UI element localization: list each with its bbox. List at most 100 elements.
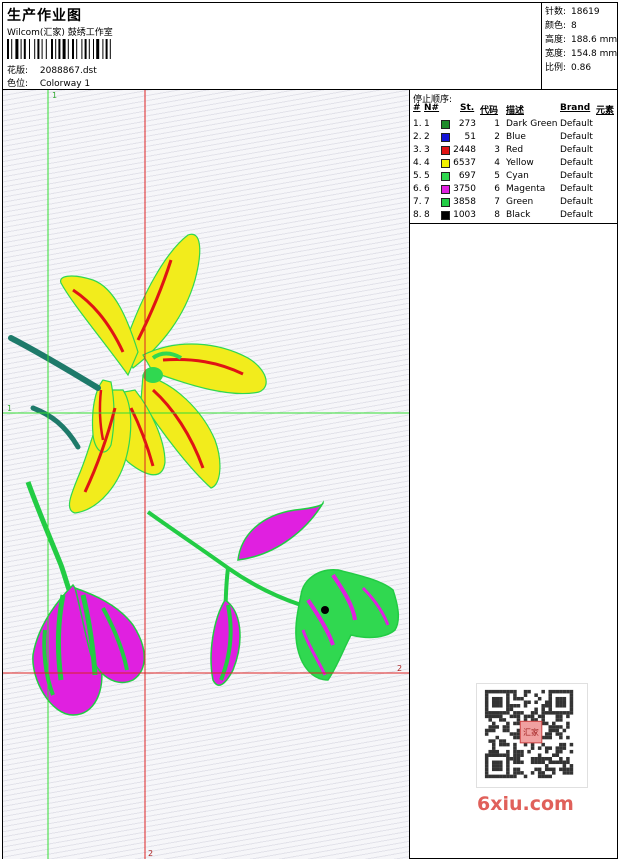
stop-sequence-row: 5. 5 697 5 Cyan Default	[410, 170, 618, 183]
qr-module	[488, 689, 492, 694]
qr-module	[544, 735, 549, 740]
qr-module	[495, 749, 500, 754]
qr-module	[499, 714, 503, 719]
row-needle: 1	[424, 119, 430, 129]
qr-module	[548, 760, 553, 765]
color-swatch	[441, 146, 450, 155]
guide-label-h1: 1	[7, 404, 12, 413]
qr-module	[548, 700, 553, 705]
barcode-bar	[72, 39, 74, 59]
barcode-bar	[37, 39, 40, 59]
qr-module	[502, 711, 507, 715]
qr-module	[506, 696, 510, 701]
qr-module	[548, 693, 553, 697]
qr-module	[484, 693, 489, 697]
qr-module	[499, 689, 503, 694]
qr-module	[541, 704, 545, 708]
qr-module	[506, 742, 510, 747]
stop-sequence-row: 1. 1 273 1 Dark Green Default	[410, 118, 618, 131]
stat-scale: 比例: 0.86	[545, 63, 592, 73]
qr-module	[530, 760, 535, 765]
qr-module	[509, 756, 514, 761]
qr-module	[502, 774, 507, 779]
qr-module	[544, 721, 549, 726]
qr-module	[495, 711, 500, 715]
qr-module	[530, 756, 535, 761]
color-swatch	[441, 172, 450, 181]
qr-module	[491, 689, 496, 694]
qr-module	[520, 749, 524, 754]
qr-module	[491, 728, 496, 733]
stop-sequence-row: 7. 7 3858 7 Green Default	[410, 196, 618, 209]
stop-sequence-row: 4. 4 6537 4 Yellow Default	[410, 157, 618, 170]
design-canvas[interactable]: 1 1 2 2	[3, 90, 409, 859]
qr-module	[541, 760, 545, 765]
qr-module	[569, 749, 574, 754]
qr-module	[541, 742, 545, 747]
col-element: 元素	[596, 106, 615, 116]
qr-module	[506, 689, 510, 694]
qr-module	[555, 689, 560, 694]
qr-module	[499, 753, 503, 757]
qr-module	[484, 728, 489, 733]
guide-label-v1: 1	[52, 91, 57, 100]
row-code: 3	[494, 145, 500, 155]
qr-module	[506, 711, 510, 715]
row-description: Magenta	[506, 184, 546, 194]
qr-module	[491, 696, 496, 701]
barcode-bar	[15, 39, 19, 59]
qr-module	[513, 689, 517, 694]
qr-module	[544, 774, 549, 779]
qr-module	[537, 746, 542, 750]
qr-module	[513, 760, 517, 765]
colorway-row: 色位: Colorway 1	[7, 76, 90, 89]
qr-module	[569, 764, 574, 768]
qr-module	[484, 771, 489, 775]
qr-module	[509, 689, 514, 694]
qr-module	[544, 756, 549, 761]
qr-module	[491, 764, 496, 768]
qr-module	[559, 767, 563, 772]
barcode-bar	[45, 39, 47, 59]
qr-module	[484, 756, 489, 761]
qr-module	[516, 735, 521, 740]
qr-module	[488, 728, 492, 733]
qr-module	[548, 746, 553, 750]
qr-module	[548, 774, 553, 779]
qr-module	[523, 704, 528, 708]
qr-module	[491, 711, 496, 715]
qr-module	[513, 735, 517, 740]
row-code: 6	[494, 184, 500, 194]
qr-module	[506, 760, 510, 765]
qr-module	[488, 725, 492, 729]
qr-module	[499, 760, 503, 765]
qr-module	[534, 756, 538, 761]
qr-module	[484, 700, 489, 705]
qr-module	[562, 696, 567, 701]
row-index: 8.	[413, 210, 422, 220]
qr-code-watermark: 汇家	[476, 683, 588, 788]
color-swatch	[441, 133, 450, 142]
qr-module	[530, 746, 535, 750]
qr-module	[537, 774, 542, 779]
page-title: 生产作业图	[7, 8, 82, 24]
row-description: Black	[506, 210, 531, 220]
qr-module	[506, 771, 510, 775]
row-needle: 6	[424, 184, 430, 194]
qr-module	[499, 696, 503, 701]
qr-module	[527, 700, 531, 705]
qr-module	[541, 774, 545, 779]
row-description: Green	[506, 197, 534, 207]
qr-module	[569, 704, 574, 708]
tulip-left	[25, 481, 145, 716]
qr-module	[506, 767, 510, 772]
qr-module	[534, 700, 538, 705]
qr-module	[566, 771, 570, 775]
row-index: 5.	[413, 171, 422, 181]
barcode-bar	[81, 39, 83, 59]
production-worksheet: 生产作业图 Wilcom(汇家) 鼓绣工作室 花版: 2088867.dst 色…	[2, 2, 618, 859]
qr-module	[562, 704, 567, 708]
lily-petal-left	[91, 379, 115, 453]
qr-module	[566, 756, 570, 761]
qr-module	[555, 700, 560, 705]
